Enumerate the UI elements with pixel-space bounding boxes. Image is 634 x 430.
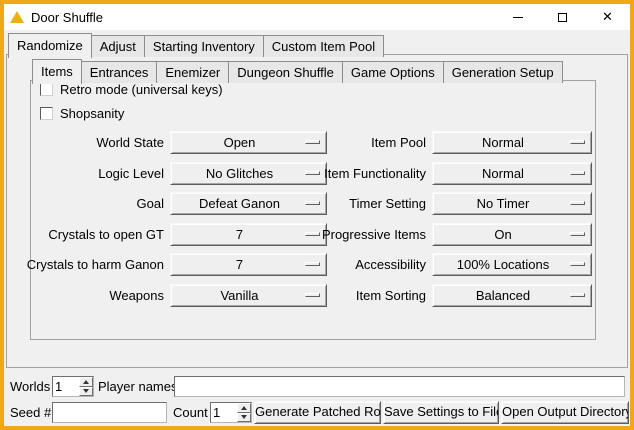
spin-up-icon <box>241 406 247 410</box>
timer-setting-label: Timer Setting <box>284 192 426 215</box>
item-pool-value: Normal <box>433 132 591 153</box>
crystals-ganon-label: Crystals to harm Ganon <box>14 253 164 276</box>
maximize-icon <box>558 13 567 22</box>
close-button[interactable]: ✕ <box>585 4 630 30</box>
progressive-items-dropdown[interactable]: On <box>432 223 592 246</box>
window-controls: ✕ <box>495 4 630 30</box>
app-icon <box>9 9 25 25</box>
accessibility-dropdown[interactable]: 100% Locations <box>432 253 592 276</box>
minimize-icon <box>513 17 523 18</box>
timer-setting-value: No Timer <box>433 193 591 214</box>
worlds-input[interactable] <box>53 377 79 396</box>
worlds-spinner[interactable] <box>52 376 94 397</box>
inner-tab-bar: Items Entrances Enemizer Dungeon Shuffle… <box>32 59 563 83</box>
weapons-label: Weapons <box>14 284 164 307</box>
count-spinner[interactable] <box>210 402 252 423</box>
count-spin-buttons <box>237 403 251 422</box>
count-label: Count <box>173 402 208 423</box>
tab-generation-setup[interactable]: Generation Setup <box>443 61 563 83</box>
progressive-items-label: Progressive Items <box>284 223 426 246</box>
generate-patched-rom-button[interactable]: Generate Patched Rom <box>254 401 381 424</box>
dropdown-indicator-icon <box>570 171 585 175</box>
spin-down-icon <box>241 415 247 419</box>
tab-game-options[interactable]: Game Options <box>342 61 444 83</box>
worlds-spin-buttons <box>79 377 93 396</box>
seed-label: Seed # <box>10 402 51 423</box>
open-output-directory-button[interactable]: Open Output Directory <box>501 401 629 424</box>
count-spin-down[interactable] <box>237 413 251 423</box>
crystals-gt-label: Crystals to open GT <box>14 223 164 246</box>
tab-items[interactable]: Items <box>32 59 82 84</box>
accessibility-label: Accessibility <box>284 253 426 276</box>
tab-custom-item-pool[interactable]: Custom Item Pool <box>263 35 384 57</box>
worlds-label: Worlds <box>10 376 50 397</box>
spin-up-icon <box>83 380 89 384</box>
worlds-spin-down[interactable] <box>79 387 93 397</box>
tab-randomize[interactable]: Randomize <box>8 33 92 58</box>
spin-down-icon <box>83 389 89 393</box>
app-window: Door Shuffle ✕ Randomize Adjust Starting… <box>0 0 634 430</box>
dropdown-indicator-icon <box>570 262 585 266</box>
window-title: Door Shuffle <box>31 10 103 25</box>
save-settings-button[interactable]: Save Settings to File <box>383 401 499 424</box>
goal-label: Goal <box>14 192 164 215</box>
dropdown-indicator-icon <box>570 232 585 236</box>
close-icon: ✕ <box>602 9 613 25</box>
tab-entrances[interactable]: Entrances <box>81 61 158 83</box>
dropdown-indicator-icon <box>570 140 585 144</box>
item-functionality-label: Item Functionality <box>284 162 426 185</box>
item-functionality-value: Normal <box>433 163 591 184</box>
dropdown-indicator-icon <box>570 293 585 297</box>
retro-mode-checkbox[interactable]: Retro mode (universal keys) <box>40 82 223 97</box>
minimize-button[interactable] <box>495 4 540 30</box>
checkbox-icon <box>40 107 53 120</box>
tab-adjust[interactable]: Adjust <box>91 35 145 57</box>
dropdown-indicator-icon <box>570 201 585 205</box>
timer-setting-dropdown[interactable]: No Timer <box>432 192 592 215</box>
checkbox-icon <box>40 83 53 96</box>
item-sorting-value: Balanced <box>433 285 591 306</box>
maximize-button[interactable] <box>540 4 585 30</box>
window-content: Randomize Adjust Starting Inventory Cust… <box>4 30 630 426</box>
shopsanity-label: Shopsanity <box>60 106 124 121</box>
world-state-label: World State <box>14 131 164 154</box>
player-names-label: Player names <box>98 376 177 397</box>
outer-tab-bar: Randomize Adjust Starting Inventory Cust… <box>8 33 384 57</box>
accessibility-value: 100% Locations <box>433 254 591 275</box>
item-sorting-label: Item Sorting <box>284 284 426 307</box>
count-input[interactable] <box>211 403 237 422</box>
count-spin-up[interactable] <box>237 403 251 413</box>
tab-starting-inventory[interactable]: Starting Inventory <box>144 35 264 57</box>
item-sorting-dropdown[interactable]: Balanced <box>432 284 592 307</box>
item-functionality-dropdown[interactable]: Normal <box>432 162 592 185</box>
shopsanity-checkbox[interactable]: Shopsanity <box>40 106 124 121</box>
item-pool-dropdown[interactable]: Normal <box>432 131 592 154</box>
titlebar: Door Shuffle ✕ <box>4 4 630 30</box>
tab-enemizer[interactable]: Enemizer <box>156 61 229 83</box>
tab-dungeon-shuffle[interactable]: Dungeon Shuffle <box>228 61 343 83</box>
retro-mode-label: Retro mode (universal keys) <box>60 82 223 97</box>
player-names-input[interactable] <box>174 376 625 397</box>
worlds-spin-up[interactable] <box>79 377 93 387</box>
item-pool-label: Item Pool <box>284 131 426 154</box>
seed-input[interactable] <box>52 402 167 423</box>
progressive-items-value: On <box>433 224 591 245</box>
logic-level-label: Logic Level <box>14 162 164 185</box>
